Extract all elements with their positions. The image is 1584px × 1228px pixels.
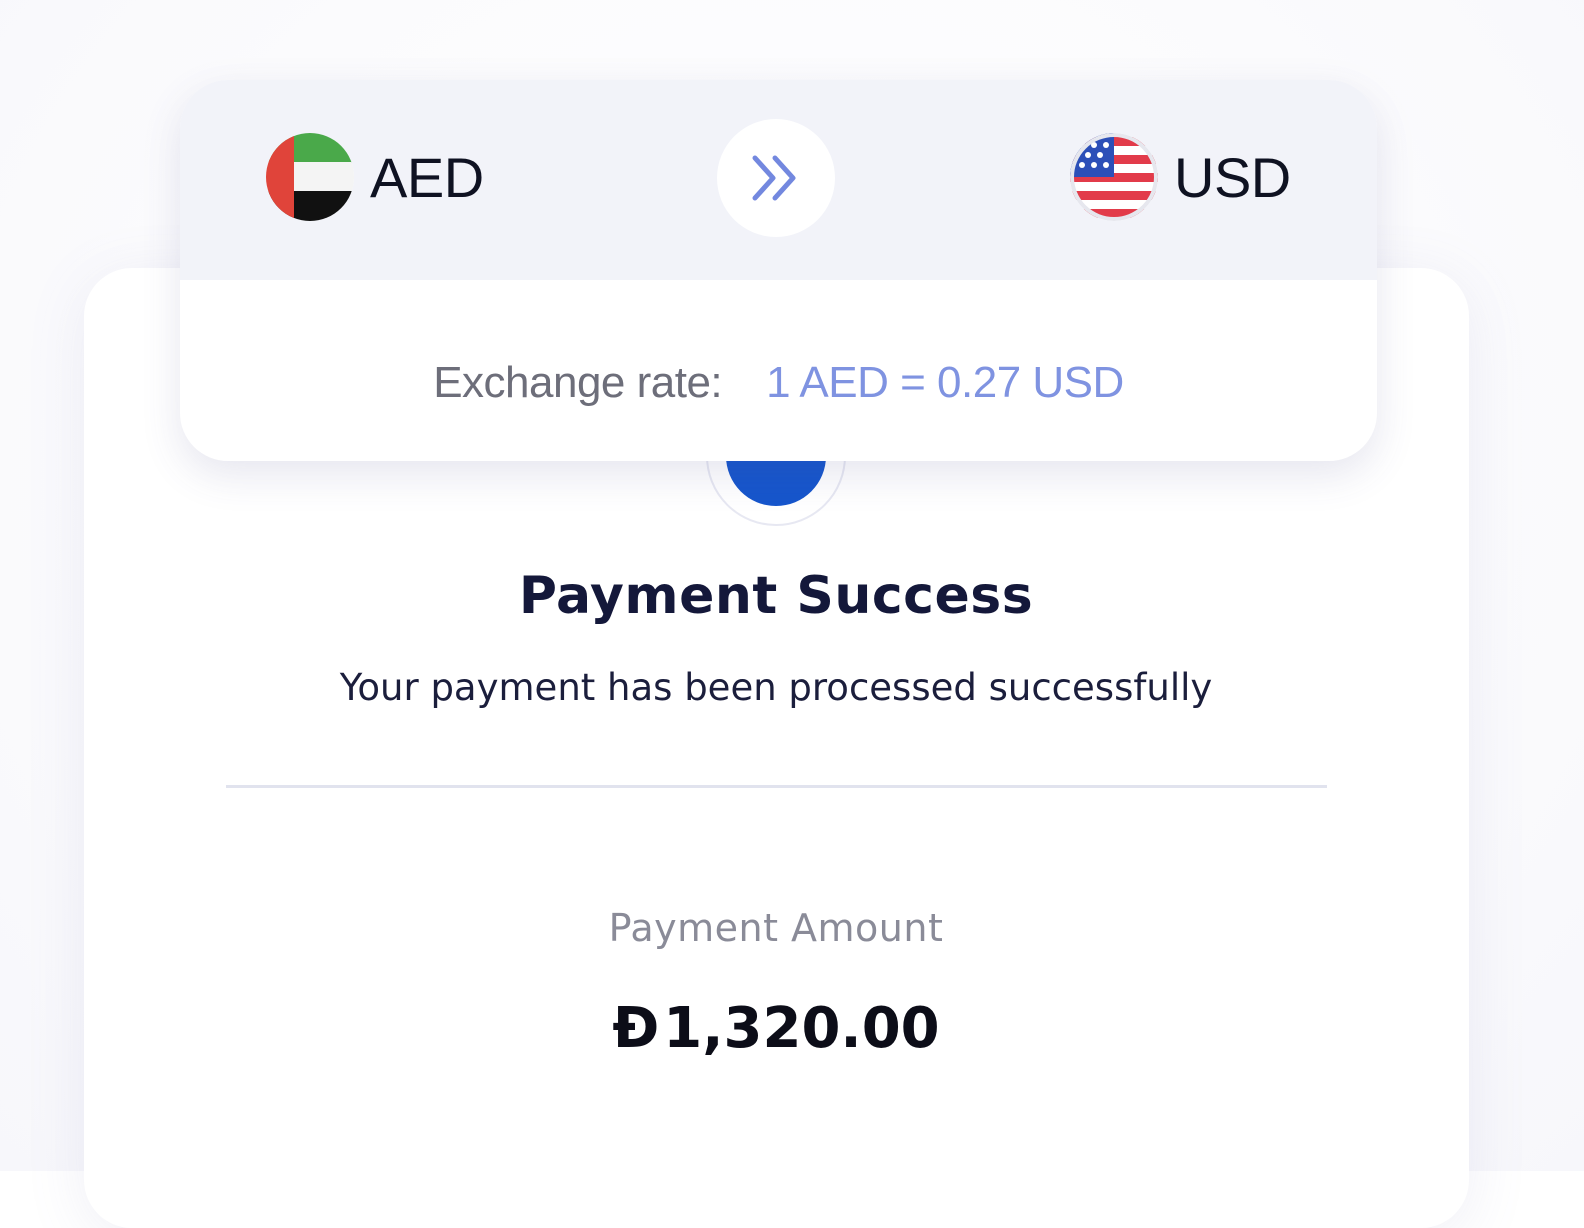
exchange-rate-label: Exchange rate:: [433, 358, 723, 407]
usa-flag-icon: [1070, 133, 1158, 221]
to-currency-code: USD: [1174, 145, 1291, 209]
payment-subtitle: Your payment has been processed successf…: [339, 666, 1213, 709]
exchange-rate-row: Exchange rate: 1 AED = 0.27 USD: [180, 358, 1377, 408]
exchange-card: AED USD Exchange rate: 1 AED = 0.27 USD: [180, 80, 1377, 461]
currency-symbol: Ð: [612, 996, 660, 1061]
payment-amount-value: 1,320.00: [663, 996, 940, 1061]
payment-amount: Ð1,320.00: [0, 996, 1552, 1061]
payment-amount-label: Payment Amount: [608, 906, 944, 950]
from-currency-code: AED: [370, 145, 484, 209]
exchange-rate-value: 1 AED = 0.27 USD: [766, 358, 1124, 407]
to-currency-selector[interactable]: USD: [1070, 132, 1291, 222]
swap-currency-button[interactable]: [717, 119, 835, 237]
uae-flag-icon: [266, 133, 354, 221]
divider: [226, 785, 1327, 788]
currency-pair-header: AED USD: [180, 80, 1377, 280]
double-chevron-right-icon: [752, 155, 796, 201]
payment-title: Payment Success: [518, 566, 1034, 626]
from-currency-selector[interactable]: AED: [266, 132, 484, 222]
